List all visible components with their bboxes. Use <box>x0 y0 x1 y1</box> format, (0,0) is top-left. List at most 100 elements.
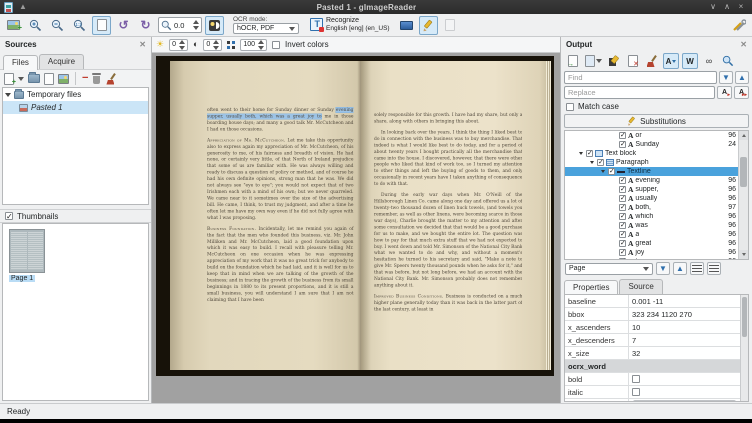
expander-icon[interactable] <box>578 152 584 155</box>
item-checkbox[interactable]: ✓ <box>619 240 626 247</box>
file-row-pasted-1[interactable]: Pasted 1 <box>3 101 148 114</box>
item-checkbox[interactable]: ✓ <box>619 258 626 259</box>
tree-row-textblock[interactable]: ✓Text block <box>565 149 738 158</box>
book-left-page[interactable]: often went to their home for Sunday dinn… <box>170 61 361 370</box>
tree-row-a[interactable]: ✓Aa96 <box>565 230 738 239</box>
tab-properties[interactable]: Properties <box>564 280 618 295</box>
item-checkbox[interactable]: ✓ <box>619 177 626 184</box>
invert-colors-checkbox[interactable] <box>272 41 280 49</box>
remove-source-icon[interactable]: − <box>82 73 88 84</box>
fit-page-button[interactable] <box>92 16 111 35</box>
rotate-left-button[interactable]: ↺ <box>114 16 133 35</box>
book-right-page[interactable]: solely responsible for this growth. I ha… <box>361 61 552 370</box>
tab-source[interactable]: Source <box>619 279 662 294</box>
tree-row-joy[interactable]: ✓Ajoy96 <box>565 248 738 257</box>
item-checkbox[interactable]: ✓ <box>597 159 604 166</box>
item-checkbox[interactable]: ✓ <box>619 141 626 148</box>
sources-close-icon[interactable]: ✕ <box>139 41 146 49</box>
delete-source-icon[interactable] <box>92 73 101 84</box>
rotation-spinbox[interactable]: 0.0 <box>158 17 202 33</box>
settings-button[interactable] <box>729 16 748 35</box>
expand-all-button[interactable] <box>690 262 704 275</box>
clear-output-button[interactable]: ✕ <box>625 53 641 69</box>
tree-row-both[interactable]: ✓Aboth,97 <box>565 203 738 212</box>
contrast-spinbox[interactable]: 0 <box>203 39 222 51</box>
tree-row-usually[interactable]: ✓Ausually96 <box>565 194 738 203</box>
save-caret-icon[interactable] <box>596 59 602 63</box>
open-hocr-button[interactable]: → <box>565 53 581 69</box>
tree-row-great[interactable]: ✓Agreat96 <box>565 239 738 248</box>
item-checkbox[interactable]: ✓ <box>619 231 626 238</box>
app-icon[interactable] <box>4 2 13 13</box>
zoom-out-button[interactable] <box>48 16 67 35</box>
stitch-button[interactable]: ∞ <box>701 53 717 69</box>
thumbnails-checkbox[interactable]: ✓ <box>5 212 13 220</box>
image-canvas[interactable]: often went to their home for Sunday dinn… <box>152 53 560 403</box>
word-config-toggle[interactable]: W <box>682 53 698 69</box>
tree-row-sunday[interactable]: ✓ASunday24 <box>565 140 738 149</box>
zoom-in-button[interactable] <box>26 16 45 35</box>
page-1-thumbnail[interactable] <box>9 229 45 273</box>
titlebar[interactable]: ▲ Pasted 1 - gImageReader ∨ ∧ × <box>0 0 752 14</box>
property-value[interactable]: English (United States) <box>629 399 740 402</box>
item-checkbox[interactable]: ✓ <box>608 168 615 175</box>
clear-sources-icon[interactable] <box>105 73 118 85</box>
item-checkbox[interactable]: ✓ <box>586 150 593 157</box>
property-value[interactable] <box>629 373 740 385</box>
new-output-button[interactable] <box>441 16 460 35</box>
paste-icon[interactable] <box>44 73 54 85</box>
tree-row-to[interactable]: ✓Ato96 <box>565 257 738 259</box>
image-controls-toggle[interactable] <box>205 16 224 35</box>
find-next-button[interactable]: ▼ <box>719 71 733 84</box>
ocr-mode-select[interactable]: hOCR, PDF <box>233 23 299 34</box>
export-button[interactable] <box>606 53 622 69</box>
navigate-prev-button[interactable]: ▲ <box>673 262 687 275</box>
add-images-caret-icon[interactable] <box>18 77 24 81</box>
thumbnails-list[interactable]: Page 1 <box>2 223 149 401</box>
page-1-label[interactable]: Page 1 <box>9 275 35 282</box>
tab-acquire[interactable]: Acquire <box>39 54 84 69</box>
find-prev-button[interactable]: ▲ <box>735 71 749 84</box>
substitutions-button[interactable]: Substitutions <box>564 114 749 128</box>
expander-icon[interactable] <box>600 170 606 173</box>
hocr-tree[interactable]: ✓Aor96✓ASunday24✓Text block✓Paragraph✓Te… <box>564 130 749 260</box>
find-replace-toggle[interactable]: A <box>663 53 679 69</box>
property-value[interactable] <box>629 386 740 398</box>
item-checkbox[interactable]: ✓ <box>619 222 626 229</box>
tab-files[interactable]: Files <box>3 55 38 70</box>
navigate-next-button[interactable]: ▼ <box>656 262 670 275</box>
add-images-icon[interactable]: + <box>4 73 14 85</box>
manage-languages-button[interactable] <box>397 16 416 35</box>
tree-row-textline[interactable]: ✓Textline <box>565 167 738 176</box>
tree-row-paragraph[interactable]: ✓Paragraph <box>565 158 738 167</box>
item-checkbox[interactable]: ✓ <box>619 132 626 139</box>
resolution-spinbox[interactable]: 100 <box>240 39 267 51</box>
replace-button[interactable]: A▸ <box>717 86 732 99</box>
preview-toggle[interactable] <box>720 53 736 69</box>
item-checkbox[interactable]: ✓ <box>619 195 626 202</box>
rotate-right-button[interactable]: ↻ <box>136 16 155 35</box>
replace-all-button[interactable]: A▸▸ <box>734 86 749 99</box>
item-checkbox[interactable]: ✓ <box>619 213 626 220</box>
replace-input[interactable] <box>564 86 715 99</box>
strip-button[interactable] <box>644 53 660 69</box>
open-folder-icon[interactable] <box>28 74 40 83</box>
book-image[interactable]: often went to their home for Sunday dinn… <box>156 56 554 376</box>
recognize-button[interactable]: Recognize English [eng] (en_US) <box>306 15 394 35</box>
properties-scrollbar[interactable] <box>740 295 748 401</box>
maximize-button[interactable]: ∧ <box>720 3 734 11</box>
item-checkbox[interactable]: ✓ <box>619 204 626 211</box>
brightness-spinbox[interactable]: 0 <box>169 39 188 51</box>
tree-row-supper[interactable]: ✓Asupper,96 <box>565 185 738 194</box>
navigation-target-select[interactable]: Page <box>565 263 653 275</box>
rotation-spin-buttons[interactable] <box>193 20 199 30</box>
expander-icon[interactable] <box>5 93 11 97</box>
find-input[interactable] <box>564 71 717 84</box>
keep-above-icon[interactable]: ▲ <box>19 3 27 11</box>
tree-row-evening[interactable]: ✓Aevening96 <box>565 176 738 185</box>
tree-row-or[interactable]: ✓Aor96 <box>565 131 738 140</box>
property-checkbox[interactable] <box>632 388 640 396</box>
tree-scrollbar[interactable] <box>738 131 748 259</box>
item-checkbox[interactable]: ✓ <box>619 249 626 256</box>
zoom-original-button[interactable]: 1:1 <box>70 16 89 35</box>
